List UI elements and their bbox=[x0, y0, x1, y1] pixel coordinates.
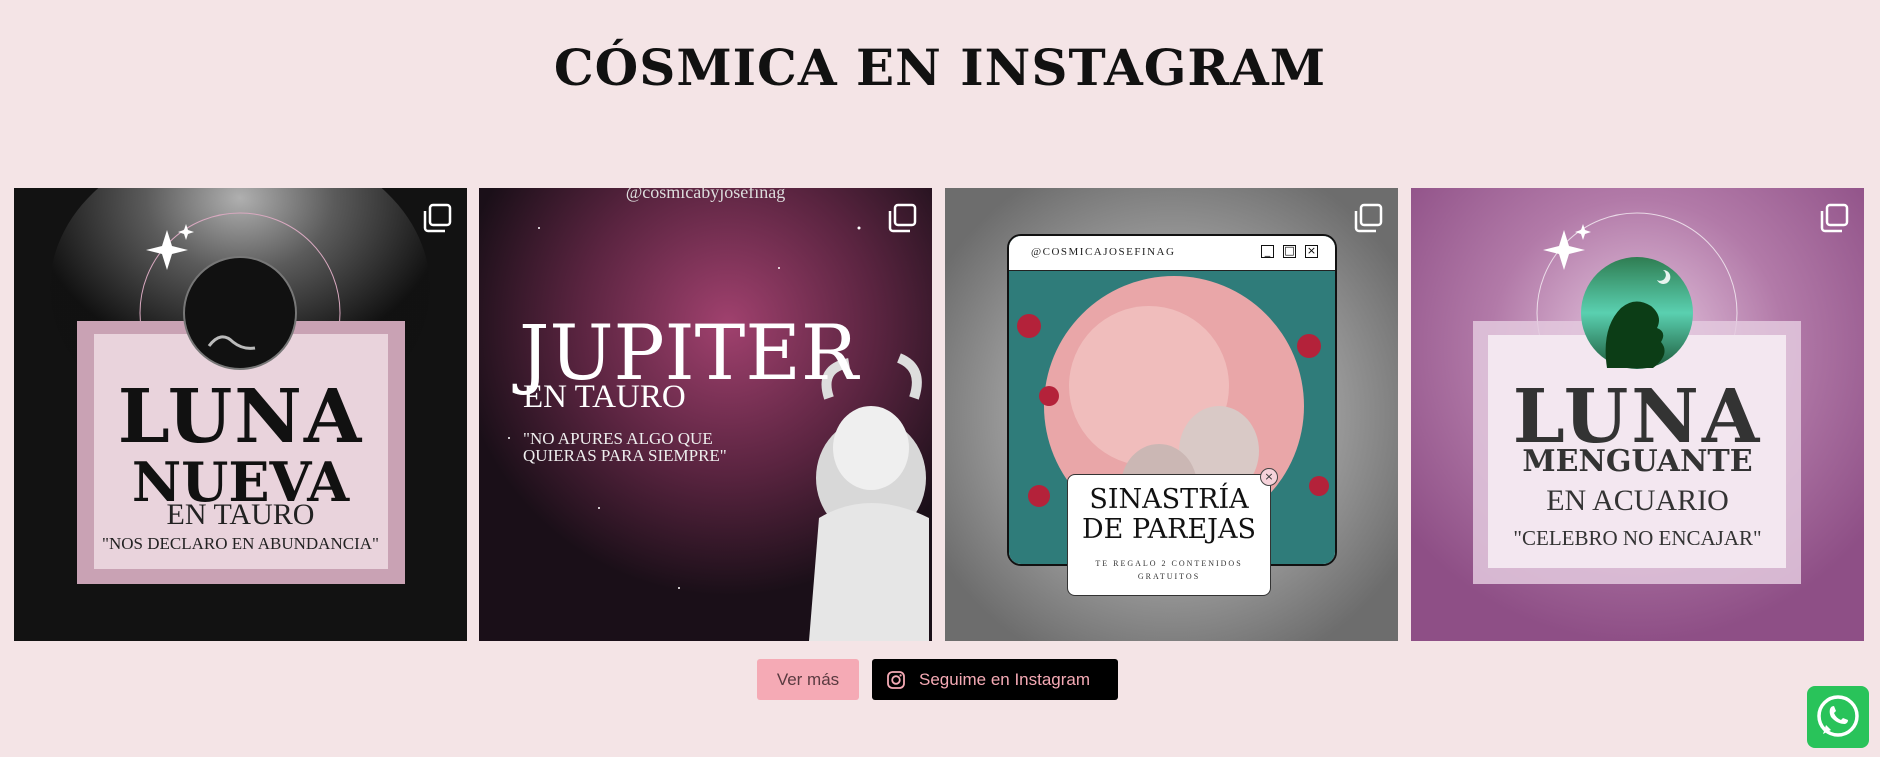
follow-instagram-label: Seguime en Instagram bbox=[919, 670, 1091, 689]
post-3-handle: @COSMICAJOSEFINAG bbox=[1031, 246, 1176, 258]
instagram-post-1[interactable]: LUNA NUEVA EN TAURO "NOS DECLARO EN ABUN… bbox=[14, 188, 467, 641]
instagram-post-2[interactable]: @cosmicabyjosefinag JUPITER EN TAURO "NO… bbox=[479, 188, 932, 641]
post-1-line-1: LUNA bbox=[117, 374, 364, 460]
instagram-feed: LUNA NUEVA EN TAURO "NOS DECLARO EN ABUN… bbox=[14, 188, 1866, 641]
post-4-line-2: MENGUANTE bbox=[1522, 444, 1753, 479]
window-titlebar: @COSMICAJOSEFINAG _ □ × bbox=[1009, 236, 1335, 271]
post-3-card: SINASTRÍA DE PAREJAS TE REGALO 2 CONTENI… bbox=[1067, 474, 1271, 596]
instagram-post-3[interactable]: @COSMICAJOSEFINAG _ □ × SINASTRÍA DE PAR… bbox=[945, 188, 1398, 641]
section-title: CÓSMICA EN INSTAGRAM bbox=[553, 38, 1327, 97]
close-icon: × bbox=[1305, 244, 1318, 258]
follow-instagram-button[interactable]: Seguime en Instagram bbox=[872, 659, 1118, 700]
whatsapp-icon bbox=[1817, 695, 1859, 737]
instagram-icon bbox=[887, 671, 905, 689]
multiple-images-icon bbox=[1820, 203, 1849, 233]
post-1-quote: "NOS DECLARO EN ABUNDANCIA" bbox=[102, 534, 379, 553]
post-2-line-2: EN TAURO bbox=[523, 379, 686, 415]
post-3-card-title: SINASTRÍA DE PAREJAS bbox=[1082, 484, 1256, 545]
post-1-line-3: EN TAURO bbox=[166, 498, 315, 531]
multiple-images-icon bbox=[888, 203, 917, 233]
post-2-handle: @cosmicabyjosefinag bbox=[625, 188, 786, 202]
post-3-card-subtitle: TE REGALO 2 CONTENIDOS GRATUITOS bbox=[1095, 559, 1243, 581]
instagram-post-4[interactable]: LUNA MENGUANTE EN ACUARIO "CELEBRO NO EN… bbox=[1411, 188, 1864, 641]
maximize-icon: □ bbox=[1283, 244, 1296, 258]
whatsapp-button[interactable] bbox=[1807, 686, 1869, 748]
post-2-quote: "NO APURES ALGO QUE QUIERAS PARA SIEMPRE… bbox=[523, 429, 727, 465]
minimize-icon: _ bbox=[1261, 245, 1274, 258]
load-more-button[interactable]: Ver más bbox=[757, 659, 859, 700]
multiple-images-icon bbox=[1354, 203, 1383, 233]
multiple-images-icon bbox=[423, 203, 452, 233]
post-4-line-3: EN ACUARIO bbox=[1546, 484, 1729, 517]
card-close-icon: × bbox=[1260, 468, 1278, 486]
post-4-quote: "CELEBRO NO ENCAJAR" bbox=[1513, 526, 1762, 550]
